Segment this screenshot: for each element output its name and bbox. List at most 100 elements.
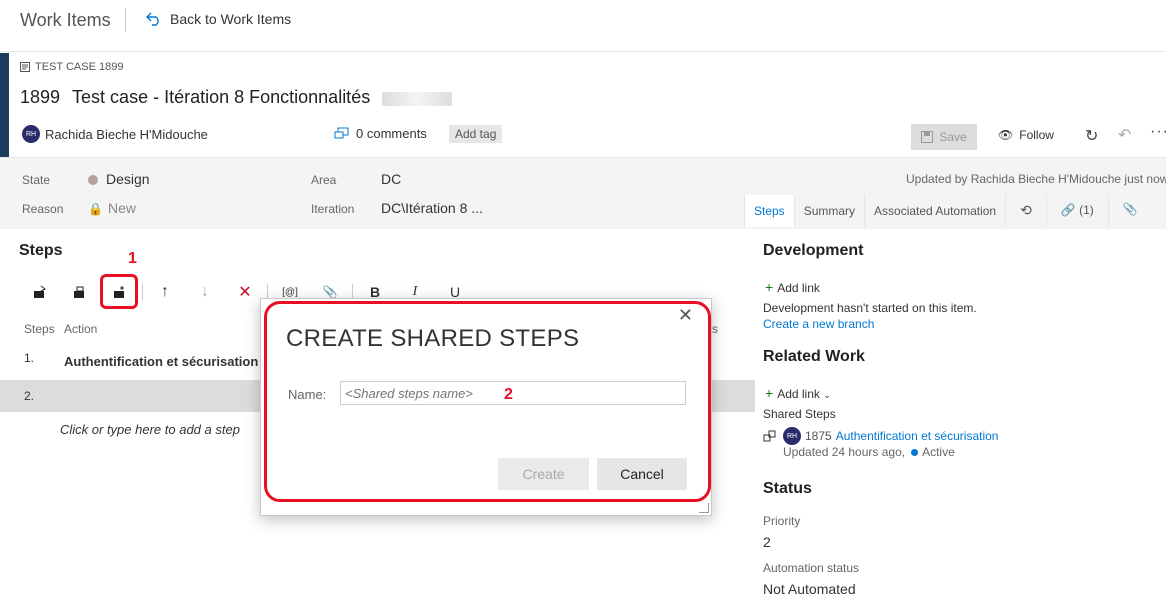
hub-title[interactable]: Work Items (20, 10, 111, 31)
create-branch-link[interactable]: Create a new branch (763, 317, 874, 331)
state-field[interactable]: Design (88, 171, 150, 187)
delete-step-button[interactable]: ✕ (225, 278, 265, 306)
follow-button[interactable]: 👁 Follow (998, 128, 1054, 142)
insert-step-button[interactable] (20, 278, 60, 306)
link-icon: 🔗 (1060, 203, 1076, 217)
tab-history[interactable]: ⟲ (1005, 195, 1046, 227)
move-down-button[interactable]: ↓ (185, 278, 225, 306)
annotation-1: 1 (128, 250, 137, 267)
linked-item[interactable]: RH 1875 Authentification et sécurisation (763, 427, 998, 445)
reason-field[interactable]: 🔒 New (88, 200, 136, 216)
linked-updated: Updated 24 hours ago, (783, 445, 906, 459)
toolbar-divider (142, 284, 143, 300)
move-up-button[interactable]: ↑ (145, 278, 185, 306)
development-title: Development (763, 242, 864, 259)
test-case-icon (20, 62, 30, 72)
shared-steps-label: Shared Steps (763, 407, 836, 421)
col-expected: s (712, 322, 718, 336)
back-label: Back to Work Items (170, 11, 292, 27)
save-label: Save (939, 130, 967, 144)
follow-label: Follow (1019, 128, 1054, 142)
mention-icon: [@] (282, 286, 298, 298)
insert-shared-steps-icon (74, 286, 84, 298)
arrow-up-icon: ↑ (161, 283, 169, 300)
chevron-down-icon: ⌄ (823, 390, 831, 400)
automation-value[interactable]: Not Automated (763, 581, 856, 597)
state-dot (88, 175, 98, 186)
work-item-title[interactable]: 1899 Test case - Itération 8 Fonctionnal… (20, 87, 453, 108)
linked-id: 1875 (805, 429, 832, 443)
topbar-divider (125, 8, 126, 32)
state-value: Design (106, 171, 150, 187)
type-label: TEST CASE 1899 (35, 61, 124, 73)
top-bar: Work Items Back to Work Items (0, 0, 1166, 52)
linked-meta: Updated 24 hours ago, Active (783, 445, 955, 459)
avatar: RH (783, 427, 801, 445)
area-value[interactable]: DC (381, 171, 401, 187)
add-step-placeholder[interactable]: Click or type here to add a step (60, 422, 240, 437)
updated-info: Updated by Rachida Bieche H'Midouche jus… (906, 172, 1166, 186)
annotation-2: 2 (504, 386, 513, 403)
tab-associated-automation[interactable]: Associated Automation (864, 195, 1005, 227)
step-number: 2. (24, 389, 35, 403)
add-link-label: Add link (777, 387, 820, 401)
col-steps: Steps (24, 322, 55, 336)
more-icon[interactable]: ··· (1150, 123, 1166, 141)
add-tag-button[interactable]: Add tag (449, 125, 503, 143)
back-arrow-icon (146, 12, 159, 26)
dev-add-link[interactable]: + Add link (765, 279, 820, 295)
back-to-work-items-link[interactable]: Back to Work Items (146, 11, 291, 27)
status-title: Status (763, 480, 812, 497)
resize-grip-icon[interactable] (699, 503, 709, 513)
type-color-bar (0, 53, 9, 157)
undo-icon[interactable]: ↶ (1118, 125, 1131, 145)
links-count: (1) (1079, 203, 1094, 217)
paperclip-icon: 📎 (322, 285, 338, 299)
save-icon (921, 131, 934, 143)
tab-links[interactable]: 🔗 (1) (1045, 195, 1108, 227)
comments-count: 0 comments (356, 126, 427, 141)
reason-label: Reason (22, 202, 64, 216)
tab-steps[interactable]: Steps (744, 195, 794, 227)
iteration-label: Iteration (311, 202, 355, 216)
step-action: Authentification et sécurisation (64, 354, 259, 369)
redacted-text (382, 92, 453, 106)
iteration-value[interactable]: DC\Itération 8 ... (381, 200, 483, 216)
arrow-down-icon: ↓ (201, 283, 209, 300)
linked-title[interactable]: Authentification et sécurisation (836, 429, 999, 443)
user-name: Rachida Bieche H'Midouche (45, 126, 208, 142)
eye-icon: 👁 (998, 128, 1014, 142)
assigned-user[interactable]: RH Rachida Bieche H'Midouche (22, 125, 208, 143)
priority-value[interactable]: 2 (763, 534, 771, 550)
work-item-header: TEST CASE 1899 1899 Test case - Itératio… (0, 53, 1166, 157)
dev-status: Development hasn't started on this item. (763, 301, 977, 315)
area-label: Area (311, 173, 337, 187)
insert-shared-steps-button[interactable] (60, 278, 100, 306)
add-link-label: Add link (777, 281, 820, 295)
comments-icon (334, 127, 349, 138)
paperclip-icon: 📎 (1122, 202, 1138, 216)
shared-steps-icon (763, 430, 776, 442)
history-icon: ⟲ (1020, 202, 1032, 218)
avatar: RH (22, 125, 40, 143)
work-item-type: TEST CASE 1899 (20, 61, 123, 73)
insert-step-icon (34, 285, 46, 298)
comments-link[interactable]: 0 comments (334, 126, 427, 141)
related-work-title: Related Work (763, 348, 865, 365)
linked-state: Active (922, 445, 955, 459)
tab-summary[interactable]: Summary (793, 195, 864, 227)
reason-value: New (107, 200, 136, 216)
tab-attachments[interactable]: 📎 (1107, 195, 1152, 227)
details-tabs: Steps Summary Associated Automation ⟲ 🔗 … (744, 195, 1152, 227)
steps-title: Steps (19, 242, 63, 259)
title-text: Test case - Itération 8 Fonctionnalités (72, 87, 371, 107)
refresh-icon[interactable]: ↻ (1085, 126, 1098, 146)
automation-label: Automation status (763, 561, 860, 575)
state-dot (911, 449, 919, 457)
save-button[interactable]: Save (911, 124, 977, 150)
step-number: 1. (24, 351, 35, 365)
related-add-link[interactable]: + Add link ⌄ (765, 385, 831, 401)
delete-icon: ✕ (238, 284, 252, 301)
state-label: State (22, 173, 51, 187)
col-action: Action (64, 322, 98, 336)
